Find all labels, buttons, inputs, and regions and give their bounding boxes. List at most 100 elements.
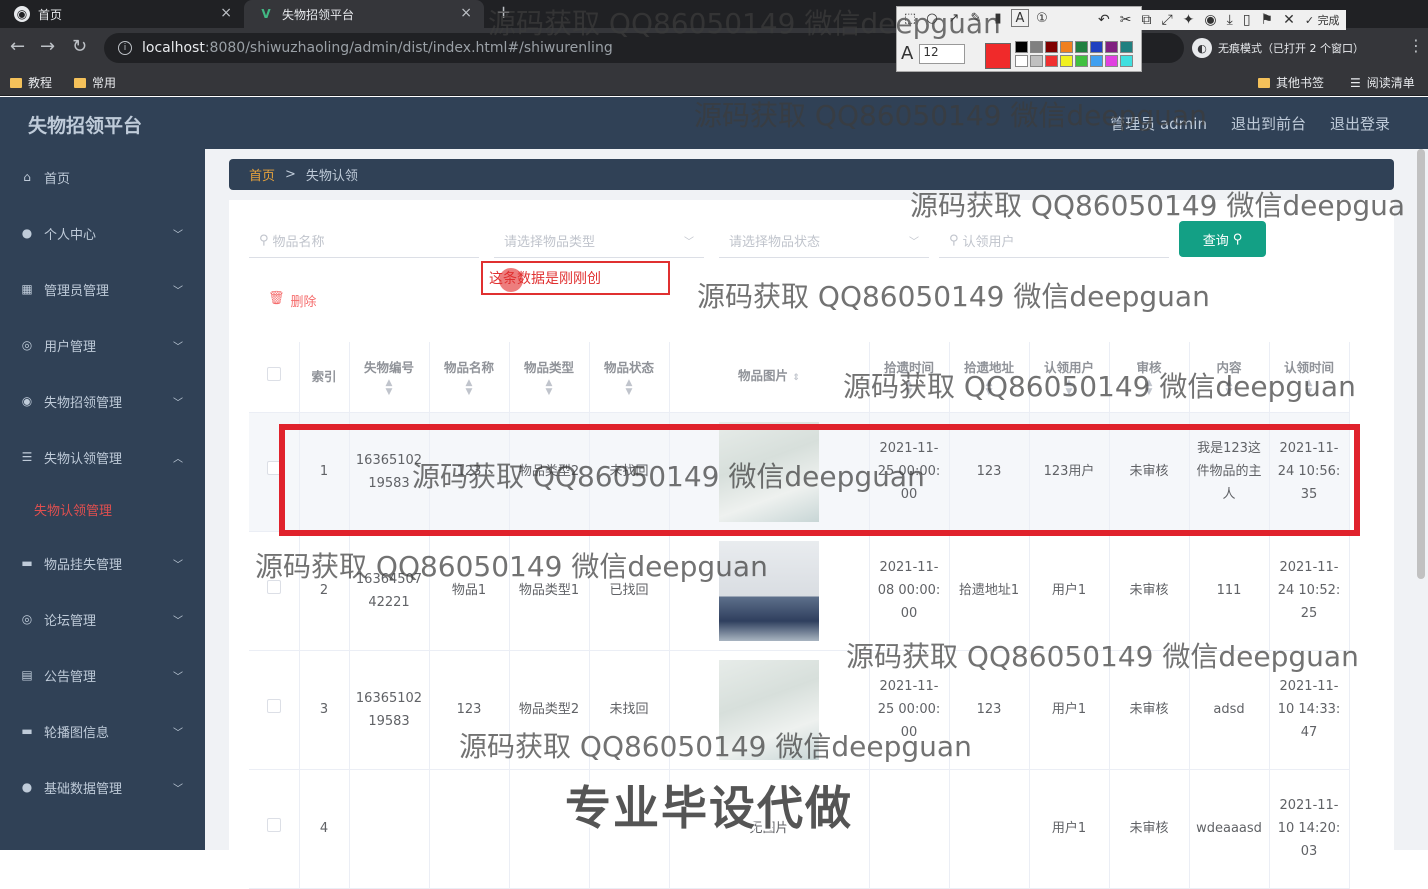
back-to-front-link[interactable]: 退出到前台 (1231, 113, 1306, 134)
back-icon[interactable]: ← (10, 36, 25, 57)
sidebar-item-label: 失物认领管理 (34, 503, 113, 519)
close-tab-icon[interactable]: × (220, 5, 232, 21)
sidebar-item-lost-report[interactable]: ▬ 物品挂失管理 ﹀ (0, 535, 205, 591)
sidebar-item-label: 管理员管理 (44, 283, 110, 299)
logout-link[interactable]: 退出登录 (1330, 113, 1390, 134)
item-name-input[interactable]: ⚲ 物品名称 (249, 223, 479, 258)
bookmark-folder[interactable]: 其他书签 (1258, 74, 1324, 91)
sidebar-item-admins[interactable]: ▦ 管理员管理 ﹀ (0, 261, 205, 317)
monitor-icon: ▬ (21, 556, 33, 570)
pin-icon[interactable]: ✦ (1183, 12, 1195, 28)
item-status-select[interactable]: 请选择物品状态 ﹀ (719, 223, 929, 258)
color-swatch[interactable] (1105, 55, 1118, 67)
vue-icon: V (261, 7, 271, 21)
tab-active[interactable]: V 失物招领平台 × (244, 0, 484, 28)
col-code[interactable]: 失物编号 ▲ ▼ (349, 342, 430, 413)
copy-icon[interactable]: ▯ (1243, 12, 1251, 28)
select-all-checkbox[interactable] (266, 367, 281, 382)
placeholder: 请选择物品状态 (729, 234, 821, 250)
color-swatch[interactable] (1030, 41, 1043, 53)
sidebar-subitem-claims[interactable]: 失物认领管理 (0, 485, 205, 533)
bookmark-label: 教程 (28, 76, 53, 90)
font-icon: A (901, 43, 914, 64)
done-button[interactable]: ✓ 完成 (1305, 12, 1340, 28)
sort-icon: ▲ ▼ (545, 378, 553, 398)
font-size-select[interactable]: 12 (919, 43, 966, 64)
col-name[interactable]: 物品名称 ▲ ▼ (429, 342, 510, 413)
incognito-indicator[interactable]: ◐ 无痕模式（已打开 2 个窗口） (1192, 36, 1364, 60)
number-tool-icon[interactable]: ① (1033, 9, 1051, 27)
delete-button[interactable]: 🗑 删除 (268, 291, 317, 310)
sort-icon: ▲ ▼ (465, 378, 473, 398)
scrollbar[interactable] (1417, 149, 1425, 579)
col-type[interactable]: 物品类型 ▲ ▼ (509, 342, 590, 413)
col-image[interactable]: 物品图片 ⇕ (669, 342, 870, 413)
sidebar-item-lost-found[interactable]: ◉ 失物招领管理 ﹀ (0, 373, 205, 429)
color-swatch[interactable] (1105, 41, 1118, 53)
tab-home[interactable]: ◉ 首页 × (0, 0, 244, 28)
row-checkbox[interactable] (266, 699, 281, 713)
fullscreen-icon[interactable]: ⤢ (1161, 12, 1172, 28)
cell-audit: 未审核 (1109, 769, 1190, 889)
bookmark-icon[interactable]: ⚑ (1261, 12, 1274, 28)
chevron-down-icon: ﹀ (173, 341, 183, 353)
color-swatch[interactable] (1045, 41, 1058, 53)
color-swatch[interactable] (1075, 55, 1088, 67)
color-swatch[interactable] (1090, 41, 1103, 53)
color-swatch[interactable] (1120, 41, 1133, 53)
cell-time (869, 769, 950, 889)
item-type-select[interactable]: 请选择物品类型 ﹀ (494, 223, 704, 258)
sidebar-item-claims[interactable]: ☰ 失物认领管理 ︿ (0, 429, 205, 485)
translate-icon[interactable]: ⧉ (1141, 12, 1151, 28)
color-swatch[interactable] (1075, 41, 1088, 53)
forward-icon[interactable]: → (40, 36, 55, 57)
sidebar-item-notice[interactable]: ▤ 公告管理 ﹀ (0, 647, 205, 703)
sidebar-item-profile[interactable]: ● 个人中心 ﹀ (0, 205, 205, 261)
query-button[interactable]: 查询 ⚲ (1179, 221, 1266, 257)
color-swatch[interactable] (1030, 55, 1043, 67)
sidebar-item-forum[interactable]: ◎ 论坛管理 ﹀ (0, 591, 205, 647)
current-color-swatch[interactable] (985, 43, 1011, 69)
menu-icon[interactable]: ⋮ (1408, 36, 1424, 55)
col-status[interactable]: 物品状态 ▲ ▼ (589, 342, 670, 413)
text-tool-icon[interactable]: A (1011, 9, 1029, 27)
sidebar-item-home[interactable]: ⌂ 首页 (0, 149, 205, 205)
annotation-text: 这条数据是刚刚创 (489, 271, 601, 287)
color-swatch[interactable] (1090, 55, 1103, 67)
url-path: :8080/shiwuzhaoling/admin/dist/index.htm… (204, 40, 613, 56)
mosaic-icon[interactable]: ✂ (1120, 12, 1132, 28)
color-swatch[interactable] (1120, 55, 1133, 67)
row-checkbox[interactable] (266, 818, 281, 832)
undo-icon[interactable]: ↶ (1098, 12, 1110, 28)
download-icon[interactable]: ⤓ (1227, 12, 1233, 28)
cell-content: 111 (1189, 531, 1270, 651)
annotation-text-box[interactable]: 这条数据是刚刚创 (481, 261, 670, 295)
bookmark-folder[interactable]: 常用 (74, 74, 116, 91)
record-icon[interactable]: ◉ (1204, 12, 1216, 28)
reading-list[interactable]: ☰ 阅读清单 (1350, 74, 1415, 91)
color-swatch[interactable] (1060, 55, 1073, 67)
color-swatch[interactable] (1045, 55, 1058, 67)
claim-user-input[interactable]: ⚲ 认领用户 (939, 223, 1169, 258)
cell-addr: 拾遗地址1 (949, 531, 1030, 651)
placeholder: 物品名称 (272, 234, 325, 250)
color-swatch[interactable] (1015, 55, 1028, 67)
done-label: 完成 (1317, 14, 1340, 27)
chevron-down-icon: ﹀ (173, 397, 183, 409)
color-swatch[interactable] (1060, 41, 1073, 53)
incognito-label: 无痕模式（已打开 2 个窗口） (1218, 42, 1364, 55)
color-swatch[interactable] (1015, 41, 1028, 53)
close-tab-icon[interactable]: × (460, 5, 472, 21)
sidebar-item-carousel[interactable]: ▬ 轮播图信息 ﹀ (0, 703, 205, 759)
reload-icon[interactable]: ↻ (72, 36, 87, 57)
close-icon[interactable]: ✕ (1283, 12, 1295, 28)
cell-code (349, 769, 430, 889)
sidebar-item-label: 公告管理 (44, 669, 97, 685)
bookmark-folder[interactable]: 教程 (10, 74, 52, 91)
placeholder: 认领用户 (962, 234, 1015, 250)
breadcrumb-home[interactable]: 首页 (249, 165, 275, 184)
search-icon: ⚲ (1232, 231, 1243, 247)
sidebar-item-basedata[interactable]: ● 基础数据管理 ﹀ (0, 759, 205, 815)
sidebar-item-users[interactable]: ◎ 用户管理 ﹀ (0, 317, 205, 373)
grid-icon: ▦ (21, 282, 33, 296)
